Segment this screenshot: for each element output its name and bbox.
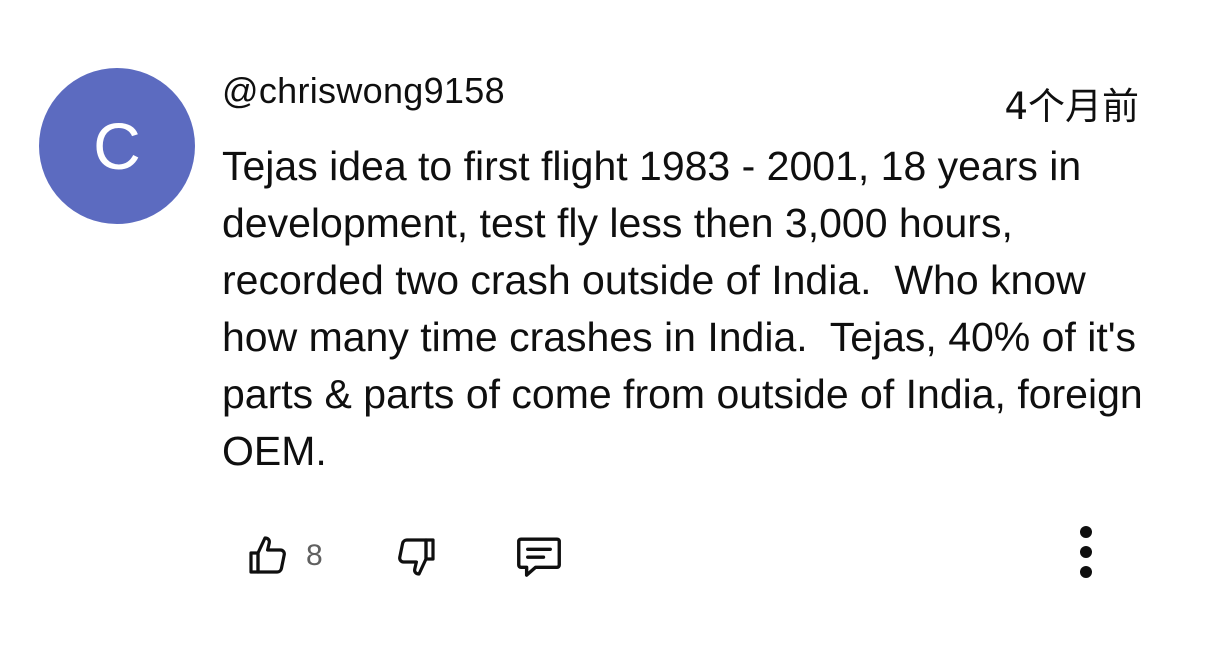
comment-author[interactable]: @chriswong9158 — [222, 70, 505, 112]
thumbs-down-icon — [392, 532, 440, 580]
dislike-button[interactable] — [392, 528, 440, 584]
vertical-ellipsis-icon — [1074, 524, 1098, 584]
avatar[interactable]: C — [39, 68, 195, 224]
comment-item: C @chriswong9158 4个月前 Tejas idea to firs… — [0, 0, 1220, 664]
like-button[interactable]: 8 — [244, 528, 323, 584]
thumbs-up-icon — [244, 532, 292, 580]
reply-button[interactable] — [512, 528, 566, 584]
like-count: 8 — [306, 539, 323, 572]
comment-actions: 8 — [222, 526, 1122, 584]
avatar-letter: C — [93, 109, 141, 183]
comment-text: Tejas idea to first flight 1983 - 2001, … — [222, 143, 1155, 474]
comment-timestamp: 4个月前 — [1004, 85, 1139, 128]
comment-reply-icon — [512, 529, 566, 583]
more-options-button[interactable] — [1074, 524, 1098, 584]
